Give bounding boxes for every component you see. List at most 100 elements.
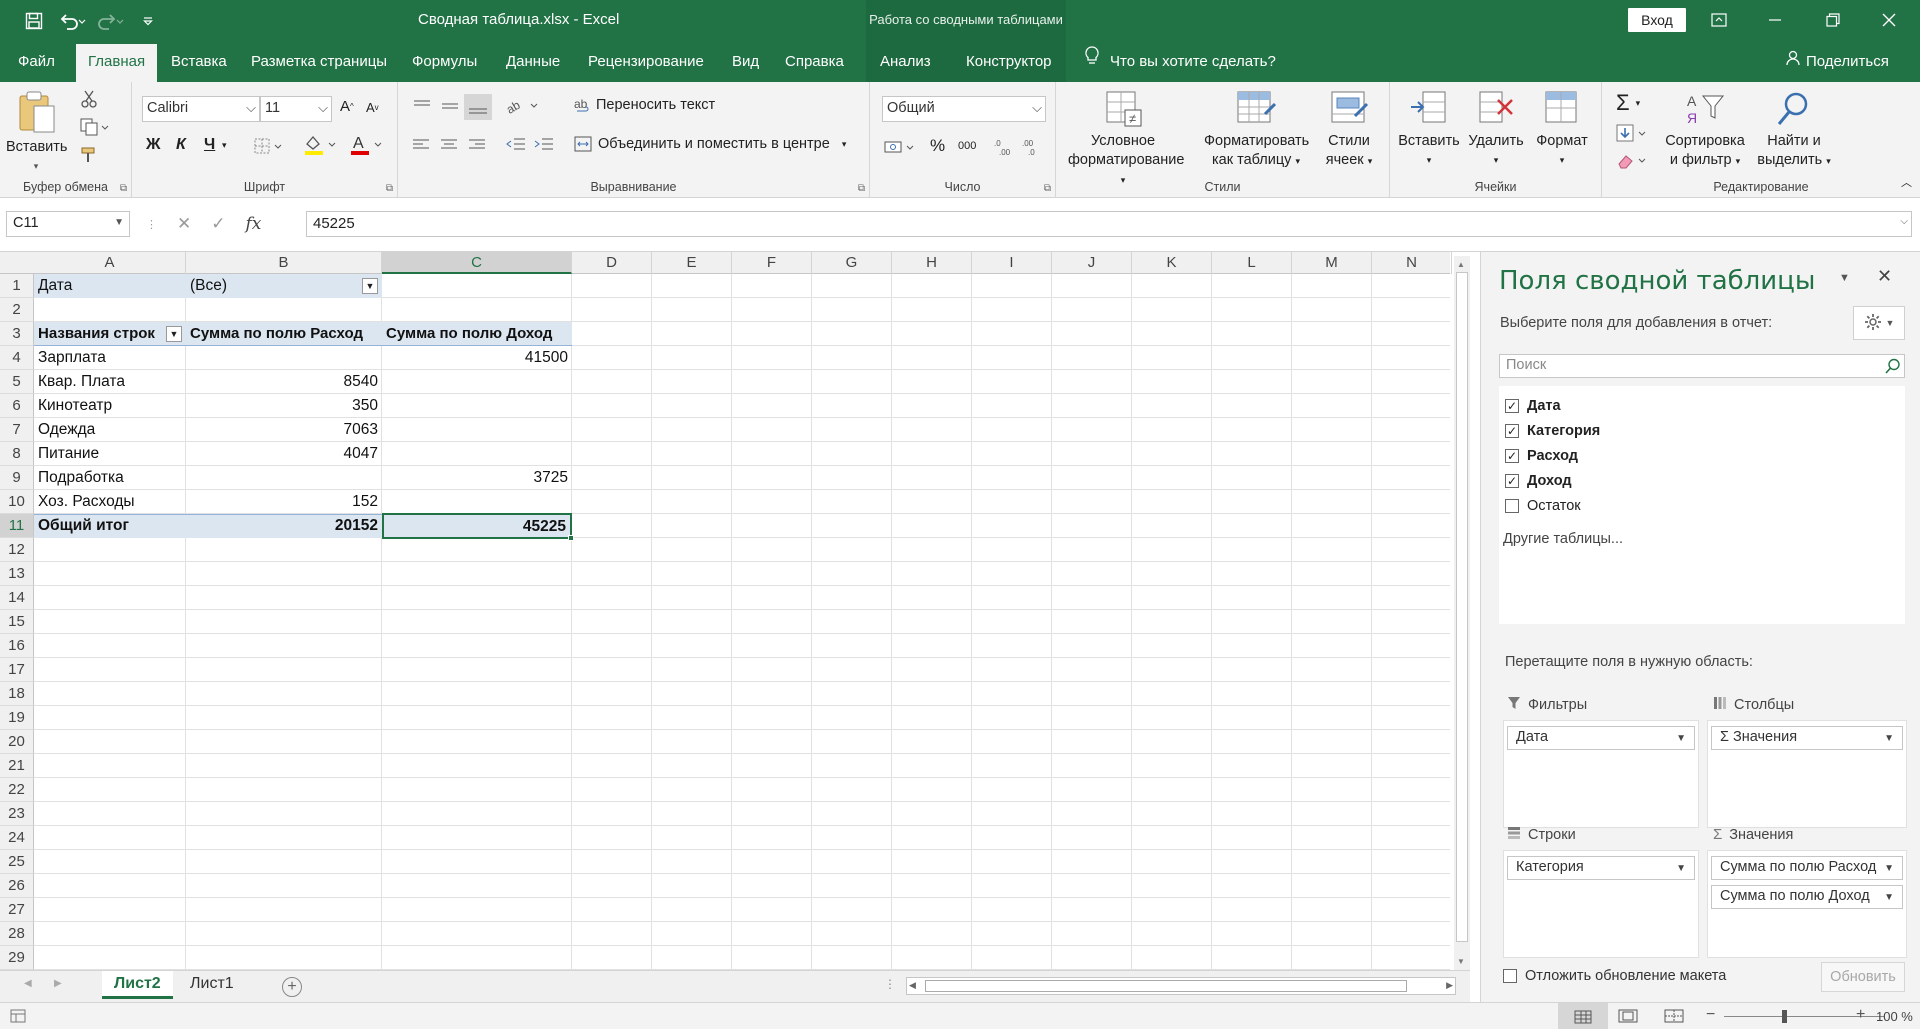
filters-chip-date[interactable]: Дата ▼ [1507,726,1695,750]
checkbox-checked-icon[interactable]: ✓ [1505,474,1519,488]
restore-icon[interactable] [1810,4,1856,36]
macro-record-icon[interactable] [10,1009,26,1026]
zoom-level[interactable]: 100 % [1876,1009,1913,1024]
row-header-26[interactable]: 26 [0,874,34,898]
autosum-icon[interactable]: Σ ▾ [1616,90,1640,116]
scroll-down-icon[interactable]: ▼ [1457,957,1465,966]
insert-cells-button[interactable]: Вставить ▾ [1396,90,1462,170]
values-chip-expense-sum[interactable]: Сумма по полю Расход ▼ [1711,856,1903,880]
more-tables-link[interactable]: Другие таблицы... [1503,531,1623,547]
insert-function-icon[interactable]: fx [246,214,262,234]
tab-data[interactable]: Данные [494,42,572,82]
decrease-decimal-icon[interactable]: .00.0 [1022,138,1042,156]
redo-icon[interactable] [94,8,126,34]
copy-icon[interactable] [80,118,110,136]
defer-update-toggle[interactable]: Отложить обновление макета [1503,968,1726,984]
scroll-left-icon[interactable]: ◀ [909,980,916,991]
row-header-10[interactable]: 10 [0,490,34,514]
row-header-12[interactable]: 12 [0,538,34,562]
close-pane-icon[interactable]: ✕ [1877,266,1892,287]
bold-button[interactable]: Ж [146,136,160,154]
field-item-balance[interactable]: Остаток [1505,495,1581,517]
columns-chip-values[interactable]: Σ Значения ▼ [1711,726,1903,750]
field-item-income[interactable]: ✓ Доход [1505,470,1572,492]
font-name-select[interactable]: Calibri ⌵ [142,96,260,122]
merge-center-button[interactable]: Объединить и поместить в центре ▾ [574,136,846,152]
row-header-18[interactable]: 18 [0,682,34,706]
columns-area-box[interactable]: Σ Значения ▼ [1707,720,1907,828]
rows-chip-category[interactable]: Категория ▼ [1507,856,1695,880]
field-item-date[interactable]: ✓ Дата [1505,395,1561,417]
column-header-D[interactable]: D [572,252,652,274]
tab-split-handle[interactable]: ⋮ [884,977,896,991]
normal-view-icon[interactable] [1558,1003,1608,1029]
row-header-9[interactable]: 9 [0,466,34,490]
column-header-M[interactable]: M [1292,252,1372,274]
scroll-up-icon[interactable]: ▲ [1457,260,1465,269]
row-header-25[interactable]: 25 [0,850,34,874]
name-box[interactable]: C11 ▼ [6,211,130,237]
dialog-launcher-icon[interactable]: ⧉ [120,183,127,194]
worksheet-grid[interactable]: ABCDEFGHIJKLMN 1 2 3 4 5 6 7 8 9 10 11 12 13 14 15 16 17… [0,252,1470,970]
formula-input[interactable]: 45225 [306,211,1912,237]
cell-A9[interactable]: Подработка [34,466,186,490]
checkbox-checked-icon[interactable]: ✓ [1505,399,1519,413]
next-sheet-icon[interactable]: ▶ [54,978,62,989]
accounting-format-icon[interactable] [884,138,918,156]
cell-B8[interactable]: 4047 [186,442,382,466]
cut-icon[interactable] [80,90,98,108]
format-as-table-button[interactable]: Форматировать как таблицу ▾ [1204,90,1309,171]
fill-handle[interactable] [568,535,574,541]
find-select-button[interactable]: Найти и выделить ▾ [1752,90,1836,171]
row-header-19[interactable]: 19 [0,706,34,730]
filters-area-box[interactable]: Дата ▼ [1503,720,1699,828]
row-labels-filter-icon[interactable]: ▼ [166,326,182,342]
checkbox-checked-icon[interactable]: ✓ [1505,424,1519,438]
row-header-23[interactable]: 23 [0,802,34,826]
delete-cells-button[interactable]: Удалить ▾ [1466,90,1526,170]
align-left-icon[interactable] [412,138,430,152]
dialog-launcher-icon[interactable]: ⧉ [858,183,865,194]
tab-analyze[interactable]: Анализ [868,42,943,82]
tab-home[interactable]: Главная [76,44,158,82]
cell-C3[interactable]: Сумма по полю Доход [382,322,572,346]
row-header-16[interactable]: 16 [0,634,34,658]
cell-A6[interactable]: Кинотеатр [34,394,186,418]
prev-sheet-icon[interactable]: ◀ [24,978,32,989]
align-middle-icon[interactable] [440,98,460,114]
sort-filter-button[interactable]: АЯ Сортировка и фильтр ▾ [1658,90,1752,171]
save-icon[interactable] [18,8,50,34]
cell-A7[interactable]: Одежда [34,418,186,442]
share-button[interactable]: Поделиться [1786,42,1889,82]
align-bottom-icon[interactable] [464,94,492,120]
column-header-G[interactable]: G [812,252,892,274]
zoom-in-icon[interactable]: + [1856,1006,1865,1024]
ribbon-display-options-icon[interactable] [1696,4,1742,36]
horizontal-scroll-thumb[interactable] [925,980,1407,992]
decrease-indent-icon[interactable] [506,137,526,153]
cell-A11[interactable]: Общий итог [34,514,186,538]
scroll-right-icon[interactable]: ▶ [1446,980,1453,991]
dialog-launcher-icon[interactable]: ⧉ [1044,183,1051,194]
cell-C11-active[interactable]: 45225 [382,513,572,539]
orientation-icon[interactable]: ab [506,96,540,116]
fill-icon[interactable] [1616,124,1650,144]
row-header-13[interactable]: 13 [0,562,34,586]
tab-insert[interactable]: Вставка [159,42,239,82]
conditional-formatting-button[interactable]: ≠ Условное форматирование ▾ [1068,90,1184,190]
rows-area-box[interactable]: Категория ▼ [1503,850,1699,958]
undo-icon[interactable] [56,8,88,34]
align-center-icon[interactable] [440,138,458,152]
checkbox-checked-icon[interactable]: ✓ [1505,449,1519,463]
cancel-entry-icon[interactable]: ✕ [177,214,191,234]
decrease-font-icon[interactable]: Av [366,100,379,115]
number-format-select[interactable]: Общий ⌵ [882,96,1046,122]
tell-me-box[interactable]: Что вы хотите сделать? [1084,42,1276,82]
sheet-tab-list1[interactable]: Лист1 [178,971,246,999]
tab-page-layout[interactable]: Разметка страницы [239,42,399,82]
close-icon[interactable] [1866,4,1912,36]
confirm-entry-icon[interactable]: ✓ [211,214,225,234]
row-header-6[interactable]: 6 [0,394,34,418]
values-chip-income-sum[interactable]: Сумма по полю Доход ▼ [1711,885,1903,909]
row-header-27[interactable]: 27 [0,898,34,922]
